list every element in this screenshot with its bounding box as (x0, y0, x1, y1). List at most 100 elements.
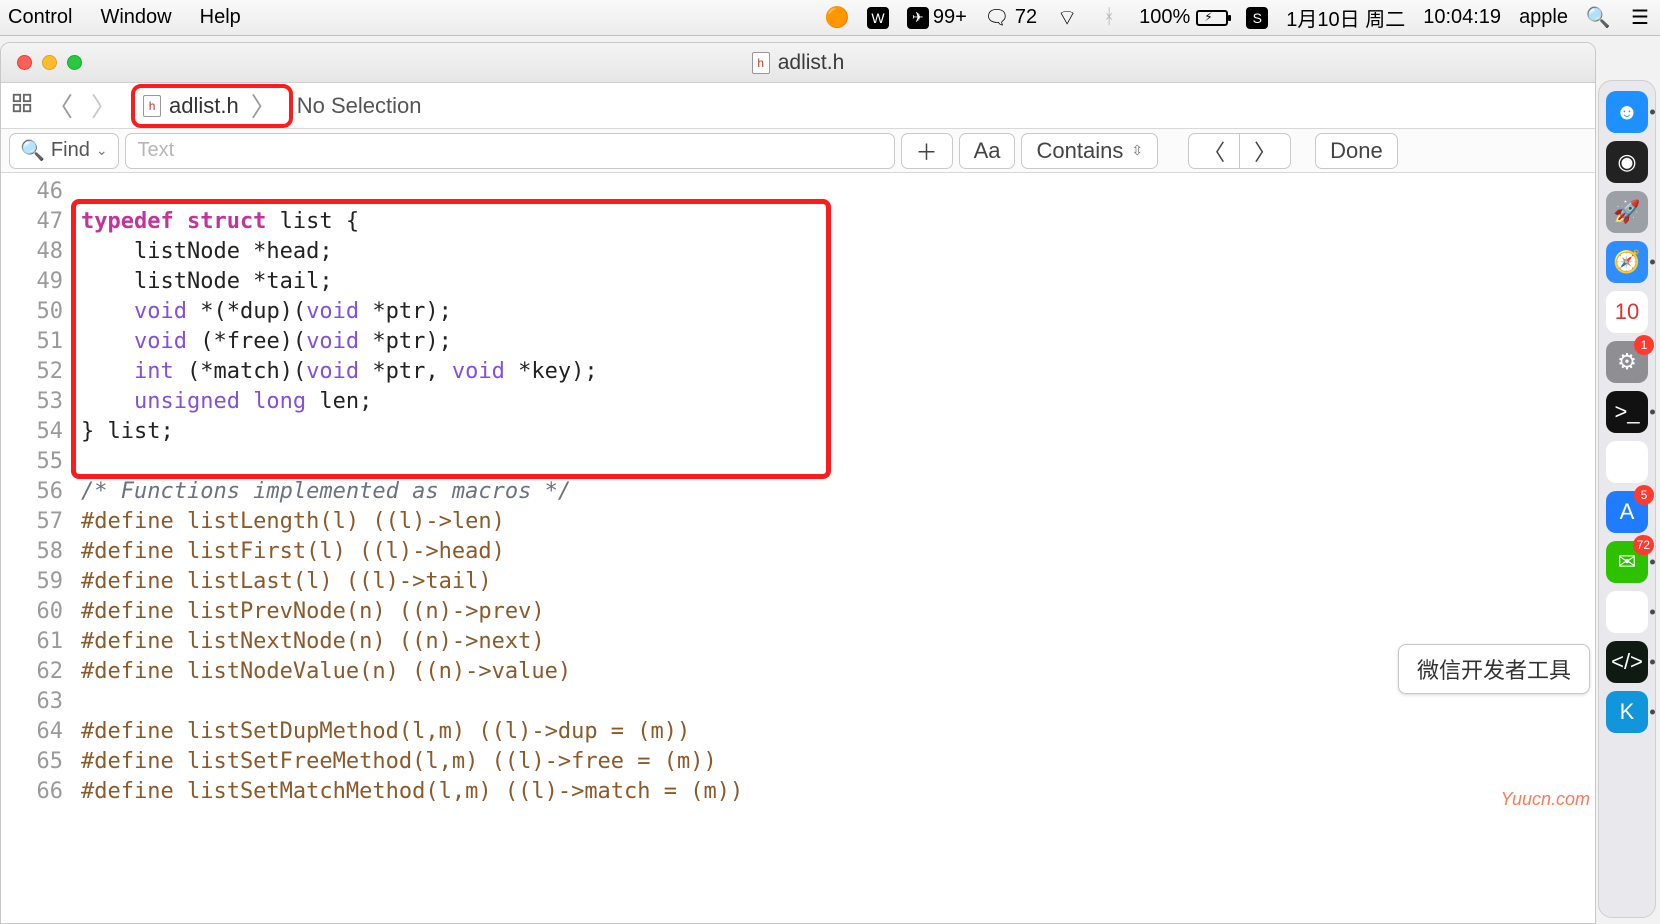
line-gutter: 4647484950515253545556575859606162636465… (1, 173, 73, 923)
line-number: 52 (1, 357, 73, 387)
bird-status[interactable]: ✈︎ 99+ (907, 6, 967, 29)
code-line[interactable] (81, 447, 1595, 477)
code-line[interactable]: #define listLength(l) ((l)->len) (81, 507, 1595, 537)
minimize-window[interactable] (42, 55, 57, 70)
line-number: 63 (1, 687, 73, 717)
close-window[interactable] (17, 55, 32, 70)
jump-selection[interactable]: No Selection (293, 93, 422, 119)
code-line[interactable]: unsigned long len; (81, 387, 1595, 417)
menu-help[interactable]: Help (200, 6, 241, 29)
watermark: Yuucn.com (1501, 789, 1590, 810)
code-line[interactable]: listNode *tail; (81, 267, 1595, 297)
input-method-icon[interactable]: S (1246, 7, 1268, 29)
titlebar: h adlist.h (1, 43, 1595, 83)
dock-app-terminal[interactable]: >_ (1606, 391, 1648, 433)
dock-badge: 72 (1633, 535, 1654, 555)
code-line[interactable]: #define listSetMatchMethod(l,m) ((l)->ma… (81, 777, 1595, 807)
menubar: Control Window Help 🟠 W ✈︎ 99+ 🗨︎ 72 ⌔ ᚼ… (0, 0, 1660, 36)
line-number: 55 (1, 447, 73, 477)
line-number: 46 (1, 177, 73, 207)
code-line[interactable]: #define listFirst(l) ((l)->head) (81, 537, 1595, 567)
menubar-date[interactable]: 1月10日 周二 (1286, 3, 1405, 32)
menubar-user[interactable]: apple (1519, 6, 1568, 29)
case-sensitive-toggle[interactable]: Aa (959, 133, 1016, 169)
dock-running-indicator (1650, 710, 1655, 715)
code-line[interactable]: #define listLast(l) ((l)->tail) (81, 567, 1595, 597)
zoom-window[interactable] (67, 55, 82, 70)
spotlight-icon[interactable]: 🔍 (1586, 6, 1610, 30)
chevron-down-icon: ⌄ (96, 142, 108, 159)
dock-running-indicator (1650, 560, 1655, 565)
dock-app-appstore[interactable]: A5 (1606, 491, 1648, 533)
dock-app-siri[interactable]: ◉ (1606, 141, 1648, 183)
code-line[interactable]: #define listNodeValue(n) ((n)->value) (81, 657, 1595, 687)
bird-badge: 99+ (933, 6, 967, 29)
find-scope-dropdown[interactable]: 🔍 Find ⌄ (9, 133, 119, 169)
dock-app-calendar[interactable]: 10 (1606, 291, 1648, 333)
menu-control[interactable]: Control (8, 6, 72, 29)
code-area[interactable]: 4647484950515253545556575859606162636465… (1, 173, 1595, 923)
dock-app-launchpad[interactable]: 🚀 (1606, 191, 1648, 233)
dock-app-finder[interactable]: ☻ (1606, 91, 1648, 133)
code-line[interactable]: void *(*dup)(void *ptr); (81, 297, 1595, 327)
code-line[interactable]: void (*free)(void *ptr); (81, 327, 1595, 357)
nav-back[interactable]: 〈 (43, 87, 77, 124)
dock-running-indicator (1650, 110, 1655, 115)
code-line[interactable]: listNode *head; (81, 237, 1595, 267)
line-number: 65 (1, 747, 73, 777)
code-line[interactable]: #define listNextNode(n) ((n)->next) (81, 627, 1595, 657)
wifi-icon[interactable]: ⌔ (1055, 6, 1079, 30)
dock-badge: 1 (1634, 335, 1654, 355)
find-text-input[interactable] (125, 133, 895, 169)
code-content[interactable]: typedef struct list { listNode *head; li… (81, 173, 1595, 923)
code-line[interactable]: #define listPrevNode(n) ((n)->prev) (81, 597, 1595, 627)
chevron-right-icon: 〉 (247, 87, 281, 124)
dock-app-chrome[interactable]: ◯ (1606, 591, 1648, 633)
jump-file[interactable]: adlist.h (169, 93, 239, 119)
app-icon-2[interactable]: W (867, 7, 889, 29)
editor-window: h adlist.h 〈 〉 h adlist.h 〉 No Selection… (0, 42, 1596, 924)
app-icon-1[interactable]: 🟠 (825, 6, 849, 30)
line-number: 59 (1, 567, 73, 597)
dock-app-wechat[interactable]: ✉︎72 (1606, 541, 1648, 583)
line-number: 53 (1, 387, 73, 417)
code-line[interactable] (81, 687, 1595, 717)
match-mode-label: Contains (1036, 138, 1123, 164)
line-number: 58 (1, 537, 73, 567)
battery-icon: ⚡︎ (1196, 10, 1228, 26)
code-line[interactable] (81, 177, 1595, 207)
dock-app-devtool[interactable]: </> (1606, 641, 1648, 683)
find-next[interactable]: 〉 (1239, 133, 1291, 169)
bluetooth-icon[interactable]: ᚼ (1097, 6, 1121, 30)
wechat-status[interactable]: 🗨︎ 72 (985, 6, 1037, 30)
find-scope-label: Find (51, 139, 90, 162)
menubar-time[interactable]: 10:04:19 (1423, 6, 1501, 29)
battery-status[interactable]: 100% ⚡︎ (1139, 6, 1228, 29)
code-line[interactable]: /* Functions implemented as macros */ (81, 477, 1595, 507)
menu-extras-icon[interactable]: ☰ (1628, 6, 1652, 30)
code-line[interactable]: } list; (81, 417, 1595, 447)
related-items-icon[interactable] (11, 92, 33, 120)
code-line[interactable]: #define listSetFreeMethod(l,m) ((l)->fre… (81, 747, 1595, 777)
code-line[interactable]: int (*match)(void *ptr, void *key); (81, 357, 1595, 387)
nav-forward[interactable]: 〉 (87, 87, 121, 124)
find-done-button[interactable]: Done (1315, 133, 1398, 169)
code-line[interactable]: typedef struct list { (81, 207, 1595, 237)
line-number: 47 (1, 207, 73, 237)
dock-app-settings[interactable]: ⚙︎1 (1606, 341, 1648, 383)
dock-app-kugou[interactable]: K (1606, 691, 1648, 733)
dock-running-indicator (1650, 610, 1655, 615)
match-mode-dropdown[interactable]: Contains ⇳ (1021, 133, 1158, 169)
dock-running-indicator (1650, 410, 1655, 415)
dock-app-safari[interactable]: 🧭 (1606, 241, 1648, 283)
window-controls (1, 55, 82, 70)
annotation-box-path: h adlist.h 〉 (131, 84, 293, 128)
dock-running-indicator (1650, 260, 1655, 265)
wechat-icon: 🗨︎ (985, 6, 1009, 30)
add-find-term[interactable]: ＋ (901, 133, 953, 169)
wechat-count: 72 (1015, 6, 1037, 29)
code-line[interactable]: #define listSetDupMethod(l,m) ((l)->dup … (81, 717, 1595, 747)
find-prev[interactable]: 〈 (1188, 133, 1239, 169)
menu-window[interactable]: Window (100, 6, 171, 29)
dock-app-photos[interactable]: ✿ (1606, 441, 1648, 483)
